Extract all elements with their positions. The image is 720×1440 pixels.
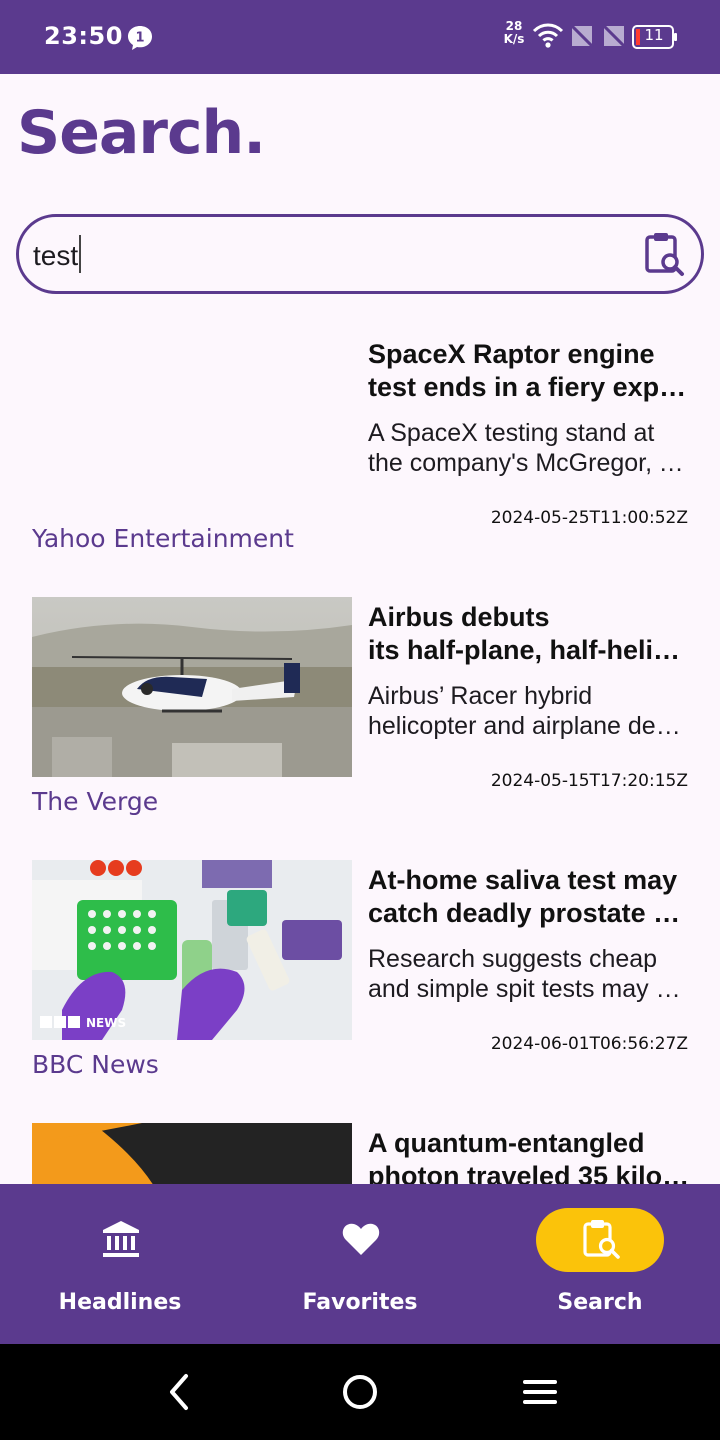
home-icon[interactable]	[340, 1372, 380, 1412]
network-speed: 28 K/s	[500, 20, 528, 46]
helicopter-image	[32, 597, 352, 777]
article-title-line: A quantum-entangled	[368, 1128, 645, 1158]
article-description-line: helicopter and airplane debuted	[368, 712, 688, 740]
no-sim-icon	[570, 24, 594, 48]
article-title-line: photon traveled 35 kilometers	[368, 1161, 690, 1184]
article-description-line: the company's McGregor, Texas facility	[368, 449, 688, 477]
article-thumbnail	[32, 597, 352, 777]
article-source: Yahoo Entertainment	[32, 524, 294, 553]
search-query-text: test	[33, 240, 79, 271]
article-title-line: SpaceX Raptor engine	[368, 339, 655, 369]
nav-label: Headlines	[58, 1290, 182, 1315]
bank-icon	[103, 1221, 139, 1257]
search-input[interactable]: test	[16, 214, 704, 294]
article-thumbnail: NEWS	[32, 860, 352, 1040]
back-icon[interactable]	[160, 1372, 200, 1412]
notification-count: 1	[135, 31, 144, 46]
network-speed-unit: K/s	[503, 32, 525, 46]
article-description-line: A SpaceX testing stand at	[368, 419, 655, 447]
article-title-line: At-home saliva test may	[368, 865, 678, 895]
article-description-line: Airbus’ Racer hybrid	[368, 682, 593, 710]
text-caret	[79, 235, 82, 273]
lab-test-image: NEWS	[32, 860, 352, 1040]
message-notification-icon: 1	[128, 26, 152, 50]
battery-level: 11	[644, 26, 664, 44]
article-card[interactable]: A quantum-entangled photon traveled 35 k…	[0, 1109, 720, 1184]
article-title-line: catch deadly prostate cancer	[368, 898, 690, 928]
clipboard-search-icon	[583, 1220, 620, 1259]
article-card[interactable]: NEWS At-home saliva test may catch deadl…	[0, 846, 720, 1109]
article-description: Airbus’ Racer hybrid helicopter and airp…	[368, 681, 688, 741]
status-bar: 23:50 1 28 K/s 11	[0, 0, 720, 74]
wifi-icon	[532, 23, 564, 48]
article-list[interactable]: SpaceX Raptor engine test ends in a fier…	[0, 320, 720, 1184]
page-title: Search.	[17, 98, 266, 168]
article-description: Research suggests cheap and simple spit …	[368, 944, 688, 1004]
article-title-line: its half-plane, half-helicopter	[368, 635, 690, 665]
nav-item-search[interactable]: Search	[480, 1184, 720, 1344]
article-card[interactable]: SpaceX Raptor engine test ends in a fier…	[0, 320, 720, 583]
article-title: Airbus debuts its half-plane, half-helic…	[368, 601, 690, 667]
article-description-line: Research suggests cheap	[368, 945, 658, 973]
nav-item-headlines[interactable]: Headlines	[0, 1184, 240, 1344]
article-title: SpaceX Raptor engine test ends in a fier…	[368, 338, 690, 404]
article-description: A SpaceX testing stand at the company's …	[368, 418, 688, 478]
abstract-image	[32, 1123, 352, 1184]
bbc-news-caption: NEWS	[86, 1016, 126, 1030]
nav-label: Favorites	[302, 1290, 418, 1315]
article-description-line: and simple spit tests may help	[368, 975, 688, 1003]
article-date: 2024-05-25T11:00:52Z	[490, 508, 688, 528]
article-date: 2024-05-15T17:20:15Z	[490, 771, 688, 791]
article-source: The Verge	[32, 787, 159, 816]
article-card[interactable]: Airbus debuts its half-plane, half-helic…	[0, 583, 720, 846]
no-signal-icon	[602, 24, 626, 48]
article-title: At-home saliva test may catch deadly pro…	[368, 864, 690, 930]
search-input-value[interactable]: test	[33, 235, 82, 273]
system-navigation-bar	[0, 1344, 720, 1440]
article-source: BBC News	[32, 1050, 159, 1079]
article-date: 2024-06-01T06:56:27Z	[490, 1034, 688, 1054]
article-thumbnail	[32, 334, 352, 514]
article-title-line: Airbus debuts	[368, 602, 550, 632]
article-thumbnail	[32, 1123, 352, 1184]
bottom-navigation: Headlines Favorites Search	[0, 1184, 720, 1344]
heart-icon	[342, 1223, 380, 1255]
article-title: A quantum-entangled photon traveled 35 k…	[368, 1127, 690, 1184]
nav-item-favorites[interactable]: Favorites	[240, 1184, 480, 1344]
recents-menu-icon[interactable]	[520, 1372, 560, 1412]
clipboard-search-icon[interactable]	[641, 231, 687, 277]
status-time: 23:50	[44, 22, 123, 50]
nav-label: Search	[557, 1290, 643, 1315]
article-title-line: test ends in a fiery explosion	[368, 372, 690, 402]
